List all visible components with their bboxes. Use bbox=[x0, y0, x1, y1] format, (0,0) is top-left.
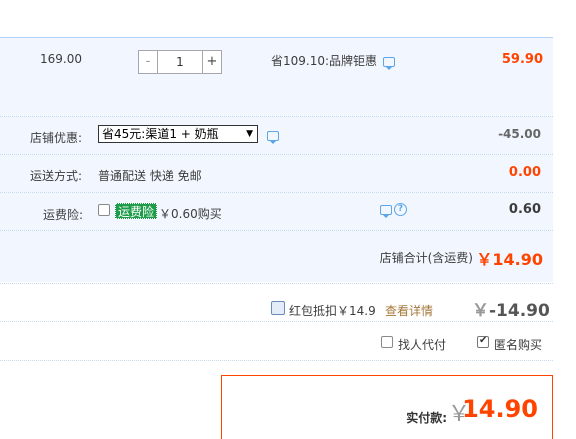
insurance-amount: 0.60 bbox=[508, 202, 541, 217]
quantity-input[interactable]: 1 bbox=[158, 50, 202, 74]
pay-for-me-label[interactable]: 找人代付 bbox=[398, 336, 446, 353]
shipping-label: 运送方式: bbox=[30, 169, 83, 183]
options-row: 找人代付 匿名购买 bbox=[0, 321, 553, 361]
shipping-method: 普通配送 快递 免邮 bbox=[98, 169, 202, 183]
help-icon[interactable]: ? bbox=[394, 203, 407, 216]
insurance-label: 运费险: bbox=[43, 208, 84, 222]
insurance-row: 运费险: 运费险 ￥0.60购买 ? 0.60 bbox=[0, 192, 553, 230]
insurance-icons: ? bbox=[380, 203, 407, 218]
red-packet-row: 红包抵扣￥14.9 查看详情 ￥-14.90 bbox=[0, 283, 553, 321]
shop-discount-label: 店铺优惠: bbox=[30, 131, 83, 145]
order-panel: 169.00 - 1 + 省109.10:品牌钜惠 59.90 店铺优惠: 省4… bbox=[0, 37, 553, 282]
red-packet-detail-link[interactable]: 查看详情 bbox=[385, 302, 433, 319]
order-item-row: 169.00 - 1 + 省109.10:品牌钜惠 59.90 bbox=[0, 38, 553, 116]
currency-symbol: ￥ bbox=[472, 301, 489, 321]
insurance-price: ￥0.60购买 bbox=[159, 207, 222, 221]
red-packet-amount: ￥-14.90 bbox=[472, 296, 550, 321]
shipping-fee: 0.00 bbox=[508, 165, 541, 180]
payment-amount: 14.90 bbox=[462, 395, 538, 423]
quantity-stepper: - 1 + bbox=[138, 50, 222, 74]
chat-icon[interactable] bbox=[267, 130, 279, 144]
shop-total-label: 店铺合计(含运费) bbox=[379, 251, 473, 265]
anonymous-label[interactable]: 匿名购买 bbox=[494, 336, 542, 353]
shop-discount-amount: -45.00 bbox=[498, 127, 541, 141]
red-packet-checkbox[interactable] bbox=[271, 301, 285, 315]
shop-discount-selected: 省45元:渠道1 + 奶瓶 bbox=[102, 127, 219, 141]
shop-discount-select[interactable]: 省45元:渠道1 + 奶瓶 ▼ bbox=[98, 125, 258, 143]
quantity-decrease-button[interactable]: - bbox=[138, 50, 158, 74]
insurance-checkbox[interactable] bbox=[98, 204, 110, 216]
quantity-increase-button[interactable]: + bbox=[202, 50, 222, 74]
shop-total-value: ￥14.90 bbox=[476, 250, 543, 269]
shop-total-row: 店铺合计(含运费) ￥14.90 bbox=[0, 230, 553, 283]
red-packet-amount-value: -14.90 bbox=[489, 301, 550, 321]
red-packet-label: 红包抵扣￥14.9 bbox=[289, 304, 376, 318]
item-promo-text: 省109.10:品牌钜惠 bbox=[271, 54, 378, 68]
insurance-tag: 运费险 bbox=[115, 203, 158, 219]
payment-box: 实付款: ￥ 14.90 bbox=[221, 375, 553, 439]
dropdown-arrow-icon: ▼ bbox=[246, 129, 253, 139]
shop-discount-row: 店铺优惠: 省45元:渠道1 + 奶瓶 ▼ -45.00 bbox=[0, 116, 553, 154]
shipping-row: 运送方式: 普通配送 快递 免邮 0.00 bbox=[0, 154, 553, 192]
chat-icon[interactable] bbox=[383, 56, 396, 70]
chat-icon[interactable] bbox=[380, 204, 392, 218]
item-promo: 省109.10:品牌钜惠 bbox=[271, 52, 396, 70]
anonymous-checkbox[interactable] bbox=[477, 335, 489, 348]
unit-price: 169.00 bbox=[40, 52, 82, 66]
payment-label: 实付款: bbox=[406, 411, 447, 425]
item-total: 59.90 bbox=[501, 52, 543, 67]
pay-for-me-checkbox[interactable] bbox=[381, 336, 393, 348]
